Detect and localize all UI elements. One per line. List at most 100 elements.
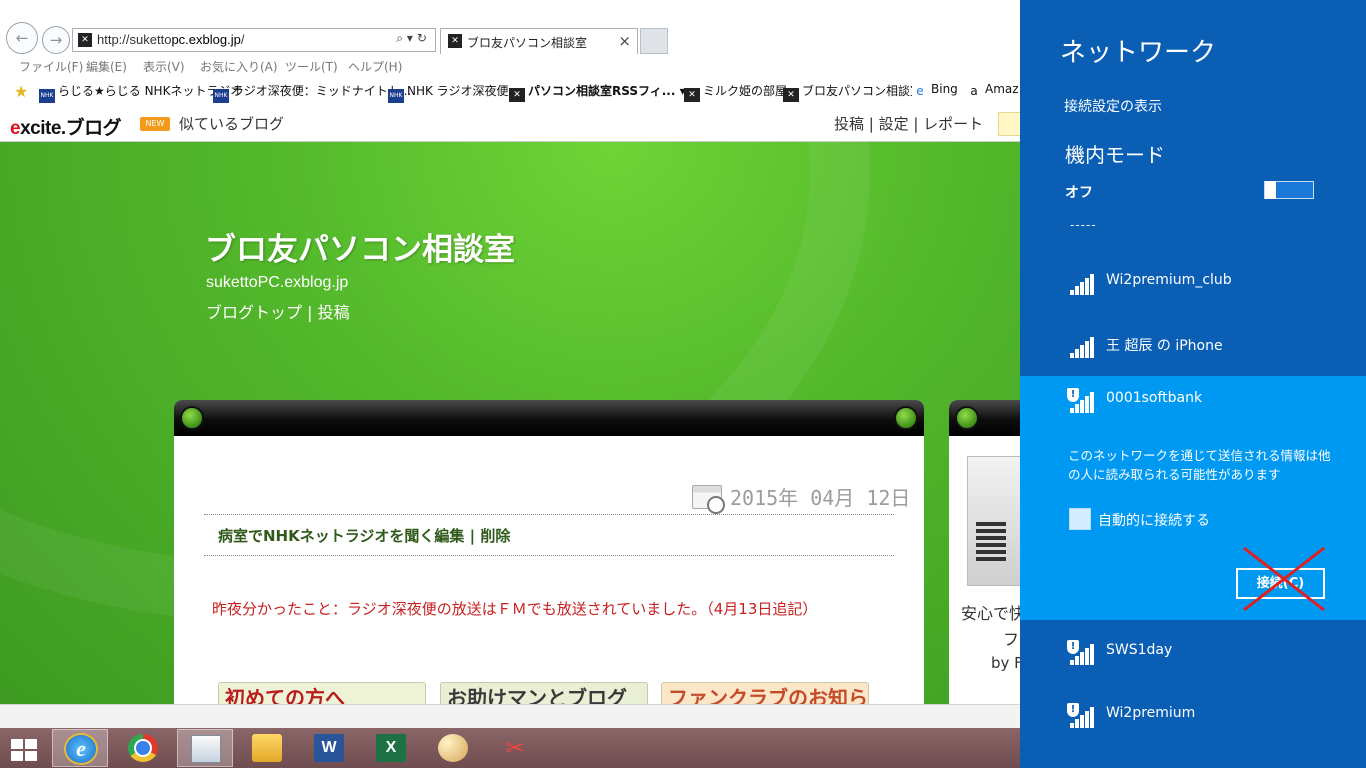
taskbar-excel[interactable]: X — [363, 729, 419, 767]
scissors-icon: ✂ — [504, 734, 526, 762]
favorite-item[interactable]: ✕ パソコン相談室RSSフィ... ▾ — [509, 82, 686, 102]
network-item-selected[interactable]: ! 0001softbank このネットワークを通じて送信される情報は他の人に読… — [1020, 376, 1366, 620]
blog-nav-links[interactable]: ブログトップ | 投稿 — [206, 299, 350, 323]
fanclub-banner[interactable]: ファンクラブのお知らせ — [661, 682, 869, 704]
helper-banner[interactable]: お助けマンとブログ — [440, 682, 648, 704]
menu-help[interactable]: ヘルプ(H) — [348, 58, 402, 75]
header-links[interactable]: 投稿 | 設定 | レポート — [834, 113, 983, 134]
network-item[interactable]: ! SWS1day — [1020, 628, 1366, 688]
start-button[interactable] — [0, 729, 56, 767]
network-name: 0001softbank — [1106, 390, 1203, 406]
tab-title: ブロ友パソコン相談室 — [467, 36, 588, 50]
nhk-icon: NHK — [213, 89, 229, 103]
tab-current[interactable]: ✕ ブロ友パソコン相談室 × — [440, 28, 638, 54]
menu-view[interactable]: 表示(V) — [143, 58, 185, 75]
shield-warning-icon: ! — [1067, 388, 1079, 402]
sidebar-text: フ — [1003, 630, 1020, 649]
knob-icon — [894, 406, 918, 430]
network-name: 王 超辰 の iPhone — [1106, 338, 1223, 354]
favorites-star-icon[interactable]: ★ — [14, 82, 28, 101]
post-header-bar — [174, 400, 924, 436]
auto-connect-checkbox[interactable] — [1069, 508, 1091, 530]
blog-domain: sukettoPC.exblog.jp — [206, 274, 349, 291]
favorite-item[interactable]: ✕ ブロ友パソコン相談室 — [783, 82, 922, 102]
menu-tools[interactable]: ツール(T) — [285, 58, 338, 75]
new-badge: NEW — [140, 117, 170, 131]
new-tab-button[interactable] — [640, 28, 668, 54]
menu-file[interactable]: ファイル(F) — [19, 58, 83, 75]
word-icon: W — [314, 734, 344, 762]
calculator-image[interactable] — [967, 456, 1020, 586]
taskbar-ie[interactable]: e — [52, 729, 108, 767]
favorite-item[interactable]: NHK らじる★らじる NHKネットラジオ — [39, 82, 242, 103]
red-cross-mark — [1243, 546, 1325, 612]
menu-edit[interactable]: 編集(E) — [86, 58, 127, 75]
first-visit-banner[interactable]: 初めての方へ — [218, 682, 426, 704]
post-heading[interactable]: 病室でNHKネットラジオを聞く編集 | 削除 — [218, 525, 510, 546]
header-search-box[interactable] — [998, 112, 1022, 136]
favorite-item[interactable]: NHK ラジオ深夜便：ミッドナイトト... — [213, 82, 411, 103]
taskbar-snipping-tool[interactable]: ✂ — [487, 729, 543, 767]
shield-warning-icon: ! — [1067, 703, 1079, 717]
sidebar-text: by F — [991, 654, 1020, 672]
taskbar: e W X ✂ — [0, 728, 1020, 768]
folder-icon — [252, 734, 282, 762]
menu-favorites[interactable]: お気に入り(A) — [200, 58, 278, 75]
favorite-item[interactable]: a Amaz — [966, 82, 1019, 98]
site-favicon-icon: ✕ — [78, 33, 92, 47]
security-warning: このネットワークを通じて送信される情報は他の人に読み取られる可能性があります — [1068, 448, 1331, 482]
taskbar-paint[interactable] — [425, 729, 481, 767]
taskbar-remote-desktop[interactable] — [177, 729, 233, 767]
favorites-bar: ★ NHK らじる★らじる NHKネットラジオ NHK ラジオ深夜便：ミッドナイトト… — [0, 80, 1020, 103]
excite-logo[interactable]: excite.ブログ — [10, 113, 122, 140]
site-favicon-icon: ✕ — [509, 88, 525, 102]
airplane-mode-label: 機内モード — [1065, 143, 1165, 167]
taskbar-word[interactable]: W — [301, 729, 357, 767]
airplane-mode-state: オフ — [1065, 185, 1093, 201]
tab-close-icon[interactable]: × — [618, 32, 631, 50]
back-button[interactable]: ← — [6, 22, 38, 54]
network-item[interactable]: 王 超辰 の iPhone — [1020, 321, 1366, 381]
network-panel: ネットワーク 接続設定の表示 機内モード オフ ----- Wi2premium… — [1020, 0, 1366, 768]
blog-body: ブロ友パソコン相談室 sukettoPC.exblog.jp ブログトップ | … — [0, 142, 1020, 704]
address-bar[interactable]: ✕ http://sukettopc.exblog.jp/ ⌕▾↻ — [72, 28, 436, 52]
status-bar — [0, 704, 1020, 728]
windows-logo-icon — [11, 739, 39, 761]
network-item[interactable]: Wi2premium_club — [1020, 258, 1366, 318]
network-item[interactable]: ! Wi2premium — [1020, 691, 1366, 751]
network-name: Wi2premium_club — [1106, 272, 1232, 288]
favorite-item[interactable]: NHK NHK ラジオ深夜便 — [388, 82, 508, 103]
menu-bar: ファイル(F) 編集(E) 表示(V) お気に入り(A) ツール(T) ヘルプ(… — [0, 56, 1020, 78]
shield-warning-icon: ! — [1067, 640, 1079, 654]
post-date: 2015年 04月 12日 — [692, 482, 910, 514]
site-favicon-icon: ✕ — [684, 88, 700, 102]
amazon-icon: a — [966, 84, 982, 98]
post-text: 昨夜分かったこと：ラジオ深夜便の放送はＦＭでも放送されていました。（4月13日追… — [212, 600, 818, 618]
favorite-item[interactable]: ✕ ミルク姫の部屋 — [684, 82, 787, 102]
blog-title[interactable]: ブロ友パソコン相談室 — [205, 224, 515, 269]
similar-blogs-link[interactable]: 似ているブログ — [179, 113, 284, 134]
ie-icon: e — [912, 84, 928, 98]
search-refresh-icons[interactable]: ⌕▾↻ — [396, 31, 431, 46]
url-text: http://sukettopc.exblog.jp/ — [97, 32, 245, 47]
taskbar-file-explorer[interactable] — [239, 729, 295, 767]
network-separator: ----- — [1070, 218, 1097, 232]
wifi-signal-icon — [1070, 274, 1094, 295]
calendar-icon — [692, 485, 725, 514]
post-card: 2015年 04月 12日 病室でNHKネットラジオを聞く編集 | 削除 昨夜分… — [174, 400, 924, 704]
paint-icon — [438, 734, 468, 762]
taskbar-chrome[interactable] — [115, 729, 171, 767]
forward-button[interactable]: → — [42, 26, 70, 54]
airplane-mode-toggle[interactable] — [1264, 181, 1314, 199]
auto-connect-label[interactable]: 自動的に接続する — [1098, 510, 1210, 530]
network-name: SWS1day — [1106, 642, 1173, 658]
sidebar-header-bar — [949, 400, 1020, 436]
view-connection-settings-link[interactable]: 接続設定の表示 — [1064, 96, 1162, 116]
excite-header: excite.ブログ NEW 似ているブログ 投稿 | 設定 | レポート — [0, 104, 1022, 142]
knob-icon — [955, 406, 979, 430]
nhk-icon: NHK — [39, 89, 55, 103]
tab-favicon-icon: ✕ — [448, 34, 462, 48]
favorite-item[interactable]: e Bing — [912, 82, 958, 98]
toggle-thumb — [1265, 181, 1276, 199]
nhk-icon: NHK — [388, 89, 404, 103]
